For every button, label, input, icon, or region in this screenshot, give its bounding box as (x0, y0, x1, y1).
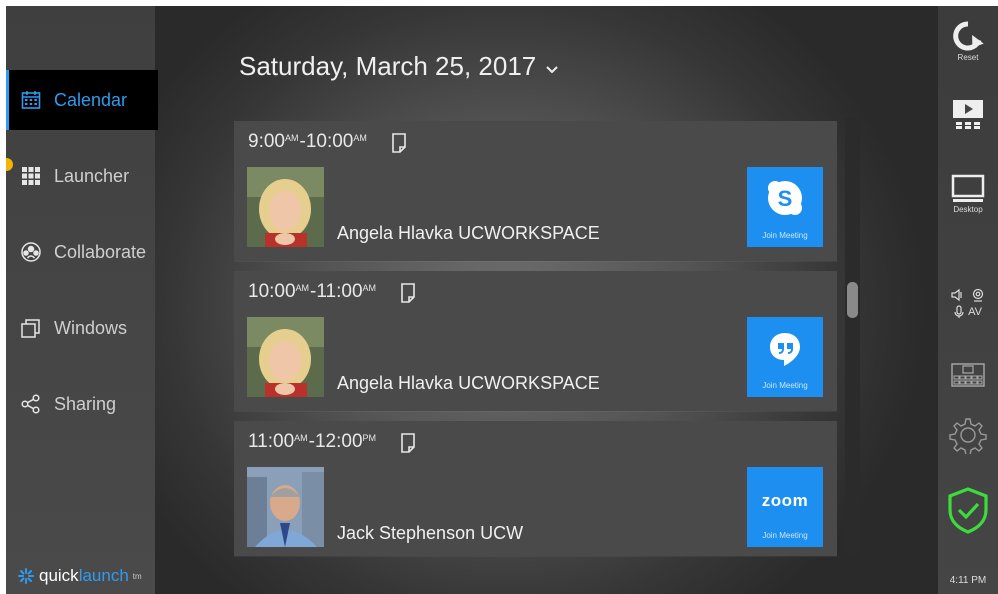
join-meeting-button[interactable]: Join Meeting (747, 317, 823, 397)
start-time: 9:00 (248, 131, 285, 152)
sidebar-item-label: Launcher (54, 165, 130, 186)
end-ampm: AM (362, 283, 377, 293)
join-meeting-label: Join Meeting (762, 531, 808, 540)
start-ampm: AM (294, 433, 308, 443)
attendee-name: Jack Stephenson UCW (337, 523, 524, 543)
sidebar-item-windows[interactable]: Windows (6, 298, 155, 358)
clock: 4:11 PM (949, 575, 987, 586)
note-icon[interactable] (400, 433, 416, 453)
reset-label: Reset (957, 53, 979, 62)
hangouts-icon (770, 333, 800, 366)
quicklaunch-logo: quick launch tm (16, 566, 142, 586)
meeting-time: 10:00 AM -11:00 AM (248, 281, 377, 303)
avatar (247, 317, 324, 397)
brand-tm: tm (132, 571, 142, 581)
security-button[interactable] (938, 486, 998, 534)
control-panel-button[interactable] (938, 362, 998, 388)
avatar (247, 167, 324, 247)
meeting-time: 9:00 AM -10:00 AM (248, 131, 368, 153)
camera-icon (972, 288, 984, 302)
join-meeting-label: Join Meeting (762, 231, 808, 240)
brand-spark-icon (18, 568, 34, 584)
app-window: Calendar Launcher Collaborate Windows Sh (6, 6, 998, 594)
zoom-logo: zoom (761, 491, 809, 510)
share-icon (20, 393, 42, 415)
end-time: 11:00 (316, 281, 363, 302)
desktop-icon (951, 174, 985, 202)
desktop-button[interactable]: Desktop (938, 174, 998, 214)
brand-quick: quick (39, 566, 79, 585)
meeting-card[interactable]: 11:00 AM -12:00 PM Jack Stephenson UCW zoom… (234, 421, 837, 556)
scrollbar-track[interactable] (845, 118, 860, 554)
collaborate-icon (20, 241, 42, 263)
av-button[interactable]: AV (938, 288, 998, 319)
speaker-icon (951, 288, 962, 302)
sidebar: Calendar Launcher Collaborate Windows Sh (6, 6, 158, 594)
end-time: 10:00 (305, 131, 354, 152)
join-meeting-button[interactable]: S Join Meeting (747, 167, 823, 247)
sidebar-item-sharing[interactable]: Sharing (6, 374, 155, 434)
note-icon[interactable] (391, 133, 407, 153)
av-icons-top (951, 288, 985, 302)
sidebar-item-label: Sharing (54, 393, 117, 414)
calendar-icon (20, 89, 42, 111)
meeting-card[interactable]: 9:00 AM -10:00 AM Angela Hlavka UCWORKSPACE… (234, 121, 837, 261)
av-label: AV (968, 306, 982, 318)
sidebar-item-calendar[interactable]: Calendar (6, 70, 158, 130)
avatar (247, 467, 324, 547)
presentation-icon (953, 100, 983, 129)
join-meeting-button[interactable]: zoom Join Meeting (747, 467, 823, 547)
end-time: 12:00 (314, 431, 363, 452)
reset-icon (953, 21, 984, 51)
brand-launch: launch (78, 566, 129, 585)
end-ampm: AM (353, 133, 367, 143)
chevron-down-icon (546, 61, 558, 77)
sidebar-item-launcher[interactable]: Launcher (6, 146, 155, 206)
date-title: Saturday, March 25, 2017 (239, 51, 537, 81)
settings-button[interactable] (938, 416, 998, 454)
reset-button[interactable]: Reset (938, 20, 998, 62)
attendee-name: Angela Hlavka UCWORKSPACE (337, 223, 600, 243)
presentation-button[interactable] (938, 98, 998, 130)
skype-icon: S (768, 181, 802, 215)
desktop-label: Desktop (953, 205, 983, 214)
meeting-time: 11:00 AM -12:00 PM (248, 431, 377, 453)
sidebar-item-label: Collaborate (54, 241, 147, 262)
scrollbar-thumb[interactable] (847, 282, 858, 318)
note-icon[interactable] (400, 283, 416, 303)
svg-text:S: S (778, 186, 793, 211)
microphone-icon (954, 305, 964, 318)
right-rail: Reset Desktop AV 4:11 PM (938, 6, 998, 594)
windows-icon (20, 317, 42, 339)
date-selector[interactable]: Saturday, March 25, 2017 (239, 51, 558, 82)
start-time: 10:00 (248, 281, 296, 302)
meeting-card[interactable]: 10:00 AM -11:00 AM Angela Hlavka UCWORKSPAC… (234, 271, 837, 411)
end-ampm: PM (362, 433, 377, 443)
shield-check-icon (948, 487, 988, 534)
start-ampm: AM (295, 283, 310, 293)
start-ampm: AM (284, 133, 299, 143)
join-meeting-label: Join Meeting (762, 381, 808, 390)
av-row: AV (954, 305, 982, 319)
start-time: 11:00 (248, 431, 295, 452)
attendee-name: Angela Hlavka UCWORKSPACE (337, 373, 600, 393)
control-panel-icon (951, 363, 985, 387)
sidebar-item-collaborate[interactable]: Collaborate (6, 222, 155, 282)
sidebar-item-label: Windows (54, 317, 128, 338)
grid-icon (20, 165, 42, 187)
gear-icon (949, 418, 987, 454)
sidebar-item-label: Calendar (54, 89, 128, 110)
